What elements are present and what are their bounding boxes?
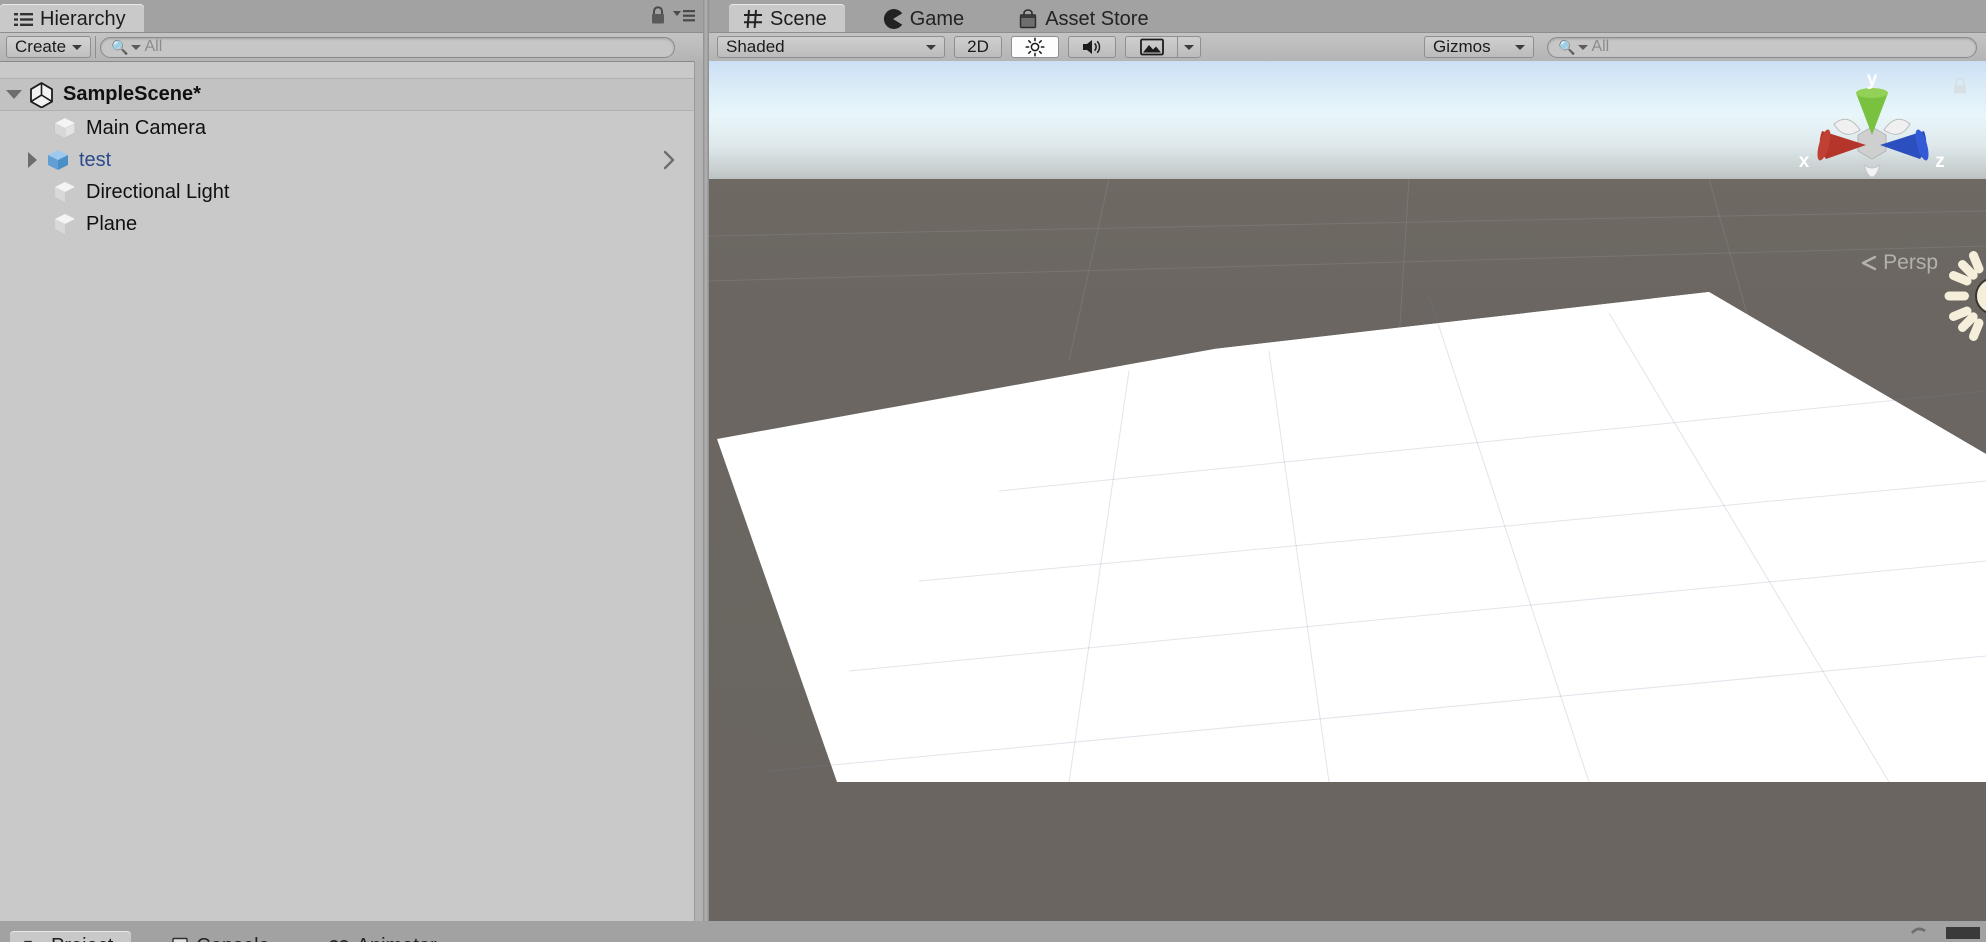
tab-console-label: Console (196, 935, 269, 942)
resize-grip-icon[interactable] (1908, 925, 1930, 941)
draw-mode-dropdown[interactable]: Shaded (717, 36, 945, 58)
gameobject-cube-icon (52, 179, 78, 205)
chevron-down-icon (926, 44, 936, 50)
axis-label-x: x (1799, 151, 1810, 172)
create-button[interactable]: Create (6, 36, 92, 58)
persp-arrow-icon (1859, 254, 1879, 272)
scene-search-input[interactable]: 🔍 All (1547, 36, 1977, 58)
hierarchy-panel: Hierarchy Create 🔍 All SampleScene* Main… (0, 0, 703, 921)
search-filter-chevron-icon[interactable] (131, 44, 142, 50)
search-icon: 🔍 (1558, 39, 1576, 55)
hierarchy-scene-root-label: SampleScene* (63, 83, 201, 105)
axis-cone-z (1880, 129, 1929, 161)
effects-toggle[interactable] (1125, 36, 1177, 58)
tab-game[interactable]: Game (869, 4, 982, 34)
tab-scene[interactable]: Scene (729, 4, 845, 34)
hierarchy-search-placeholder: All (144, 38, 163, 55)
prefab-cube-icon (45, 147, 71, 173)
hierarchy-panel-icons (650, 6, 695, 25)
folder-icon (24, 938, 44, 942)
toolbar-divider (95, 36, 97, 58)
speaker-icon (1081, 37, 1103, 57)
tab-console[interactable]: Console (157, 931, 287, 942)
hamburger-menu-icon[interactable] (673, 8, 695, 24)
hierarchy-item-label: Directional Light (86, 180, 230, 203)
hierarchy-item-directional-light[interactable]: Directional Light (0, 176, 703, 208)
search-icon: 🔍 (111, 39, 129, 55)
hierarchy-toolbar: Create 🔍 All (0, 32, 703, 62)
bottom-panel: Project Console Animator (0, 921, 1986, 942)
tab-project-label: Project (51, 935, 113, 942)
gameobject-cube-icon (52, 211, 78, 237)
chevron-down-icon (1515, 44, 1525, 50)
hierarchy-scene-root-row[interactable]: SampleScene* (0, 78, 703, 111)
list-icon (14, 12, 33, 27)
scene-toolbar: Shaded 2D Gizmos 🔍 All (709, 32, 1986, 62)
tab-animator-label: Animator (357, 935, 437, 942)
hierarchy-item-plane[interactable]: Plane (0, 208, 703, 240)
hierarchy-scrollbar[interactable] (694, 61, 703, 921)
tab-hierarchy-label: Hierarchy (40, 7, 126, 30)
sun-gizmo-icon[interactable] (1939, 241, 1986, 351)
bottom-right-indicator (1946, 927, 1980, 939)
lighting-toggle[interactable] (1011, 36, 1059, 58)
axis-label-z: z (1935, 151, 1945, 172)
scene-view-axis-gizmo[interactable]: y x z (1782, 69, 1962, 239)
animator-icon (328, 938, 350, 942)
triangle-down-icon[interactable] (6, 90, 22, 99)
tab-animator[interactable]: Animator (314, 931, 455, 942)
sun-icon (1025, 37, 1045, 57)
hierarchy-search-input[interactable]: 🔍 All (100, 36, 676, 58)
hierarchy-item-label: Plane (86, 212, 138, 235)
axis-cone-x (1817, 129, 1866, 161)
scene-search-placeholder: All (1591, 38, 1610, 55)
projection-mode-value: Persp (1883, 251, 1938, 274)
gizmos-dropdown[interactable]: Gizmos (1424, 36, 1534, 58)
tab-asset-store[interactable]: Asset Store (1004, 4, 1166, 34)
draw-mode-value: Shaded (726, 37, 785, 56)
gameobject-cube-icon (52, 115, 78, 141)
shopping-bag-icon (1018, 9, 1038, 29)
tab-hierarchy[interactable]: Hierarchy (0, 4, 144, 34)
tab-scene-label: Scene (770, 7, 827, 30)
scene-viewport[interactable]: y x z Persp (709, 61, 1986, 921)
scene-tabstrip: Scene Game Asset Store (709, 0, 1986, 34)
scene-panel: Scene Game Asset Store Shaded 2D Gizmos … (709, 0, 1986, 921)
camera-gizmo-icon[interactable] (1664, 356, 1718, 394)
create-button-label: Create (15, 37, 67, 56)
console-icon (171, 937, 189, 942)
tab-asset-store-label: Asset Store (1045, 7, 1149, 30)
tab-project[interactable]: Project (10, 931, 132, 942)
view-2d-toggle[interactable]: 2D (954, 36, 1002, 58)
hierarchy-tabstrip: Hierarchy (0, 0, 703, 34)
bottom-tabstrip: Project Console Animator (0, 921, 455, 942)
view-2d-label: 2D (967, 37, 989, 56)
chevron-right-icon[interactable] (661, 149, 677, 171)
effects-dropdown[interactable] (1177, 36, 1201, 58)
axis-label-y: y (1867, 69, 1878, 90)
unity-scene-icon (28, 81, 55, 108)
unity-editor-window: Hierarchy Create 🔍 All SampleScene* Main… (0, 0, 1986, 942)
projection-mode-label[interactable]: Persp (1859, 251, 1938, 275)
hierarchy-item-test[interactable]: test (0, 144, 703, 176)
gamepad-icon (883, 9, 903, 29)
axis-cone-y (1856, 88, 1888, 135)
image-icon (1139, 38, 1164, 56)
chevron-down-icon (72, 44, 83, 50)
tab-game-label: Game (909, 7, 965, 30)
hierarchy-item-main-camera[interactable]: Main Camera (0, 112, 703, 144)
gizmos-label: Gizmos (1433, 37, 1491, 56)
triangle-right-icon[interactable] (28, 152, 37, 168)
chevron-down-icon (1184, 44, 1194, 50)
hierarchy-item-label: test (79, 148, 112, 171)
audio-toggle[interactable] (1068, 36, 1116, 58)
lock-icon[interactable] (650, 6, 666, 25)
search-filter-chevron-icon[interactable] (1578, 44, 1589, 50)
grid-icon (743, 9, 763, 29)
hierarchy-item-label: Main Camera (86, 116, 207, 139)
lock-icon[interactable] (1952, 77, 1968, 95)
